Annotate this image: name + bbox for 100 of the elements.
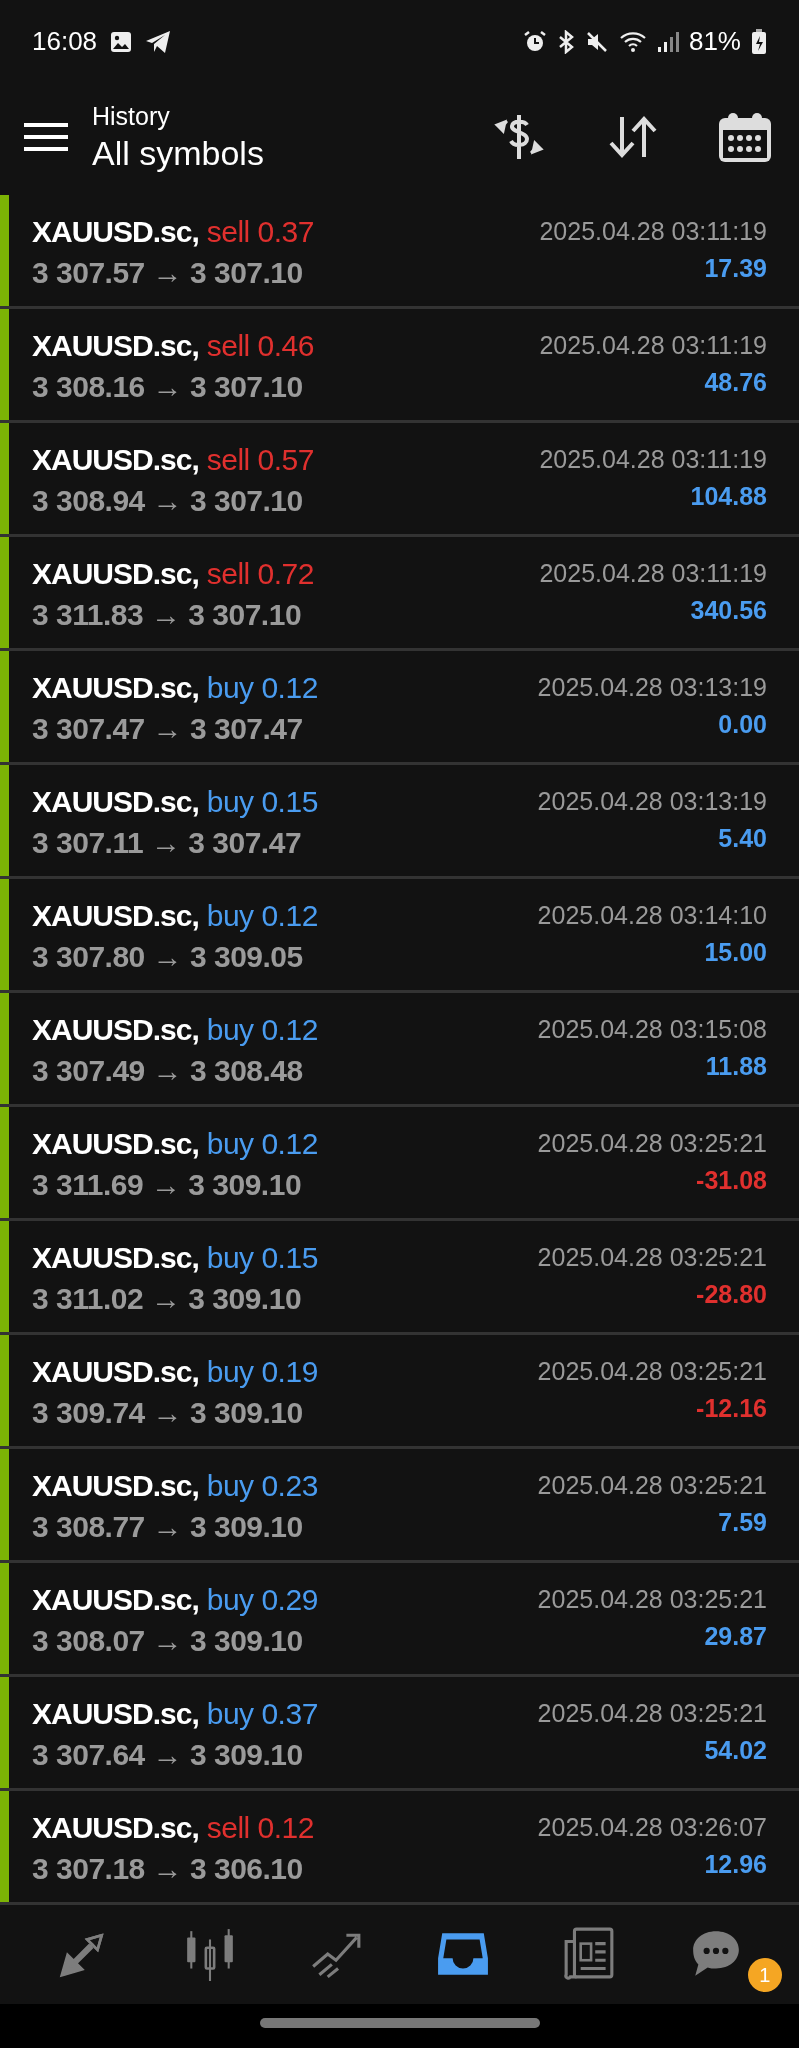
deal-prices: 3 307.11 → 3 307.47 xyxy=(32,824,303,861)
deal-volume: buy 0.37 xyxy=(206,1695,318,1732)
deal-profit: 12.96 xyxy=(704,1849,767,1881)
deal-volume: buy 0.12 xyxy=(206,1125,318,1162)
deal-profit: 54.02 xyxy=(704,1735,767,1767)
deal-volume: sell 0.12 xyxy=(206,1809,314,1846)
deal-profit: 15.00 xyxy=(704,937,767,969)
symbol: XAUUSD.sc, xyxy=(32,1239,199,1276)
wifi-icon xyxy=(618,29,647,54)
deal-time: 2025.04.28 03:11:19 xyxy=(539,444,767,476)
deal-row[interactable]: XAUUSD.sc, sell 0.46 3 308.16 → 3 307.10 2025.04.28 03:11:19 48.76 xyxy=(0,308,799,423)
deal-time: 2025.04.28 03:11:19 xyxy=(539,216,767,248)
deal-row[interactable]: XAUUSD.sc, buy 0.23 3 308.77 → 3 309.10 2025.04.28 03:25:21 7.59 xyxy=(0,1448,799,1563)
image-icon xyxy=(109,29,134,54)
deal-row[interactable]: XAUUSD.sc, sell 0.37 3 307.57 → 3 307.10 2025.04.28 03:11:19 17.39 xyxy=(0,194,799,309)
symbol: XAUUSD.sc, xyxy=(32,441,199,478)
deal-row[interactable]: XAUUSD.sc, buy 0.29 3 308.07 → 3 309.10 2025.04.28 03:25:21 29.87 xyxy=(0,1562,799,1677)
deal-row[interactable]: XAUUSD.sc, buy 0.15 3 311.02 → 3 309.10 2025.04.28 03:25:21 -28.80 xyxy=(0,1220,799,1335)
deal-profit: -12.16 xyxy=(696,1393,767,1425)
deal-volume: buy 0.19 xyxy=(206,1353,318,1390)
deal-prices: 3 311.02 → 3 309.10 xyxy=(32,1280,303,1317)
deal-profit: 48.76 xyxy=(704,367,767,399)
deal-time: 2025.04.28 03:25:21 xyxy=(537,1128,767,1160)
deal-profit: 11.88 xyxy=(705,1051,767,1083)
deal-profit: 17.39 xyxy=(704,253,767,285)
deal-prices: 3 311.83 → 3 307.10 xyxy=(32,596,303,633)
deal-row[interactable]: XAUUSD.sc, buy 0.12 3 307.49 → 3 308.48 2025.04.28 03:15:08 11.88 xyxy=(0,992,799,1107)
deal-time: 2025.04.28 03:25:21 xyxy=(537,1242,767,1274)
deal-profit: 340.56 xyxy=(690,595,767,627)
deal-profit: 0.00 xyxy=(718,709,767,741)
deal-time: 2025.04.28 03:13:19 xyxy=(537,672,767,704)
deal-prices: 3 311.69 → 3 309.10 xyxy=(32,1166,303,1203)
symbol: XAUUSD.sc, xyxy=(32,1695,199,1732)
deal-prices: 3 308.07 → 3 309.10 xyxy=(32,1622,304,1659)
home-indicator[interactable] xyxy=(259,2017,540,2028)
deal-prices: 3 307.18 → 3 306.10 xyxy=(32,1850,304,1887)
symbol: XAUUSD.sc, xyxy=(32,1581,199,1618)
deal-time: 2025.04.28 03:11:19 xyxy=(539,330,767,362)
symbol: XAUUSD.sc, xyxy=(32,327,199,364)
symbol: XAUUSD.sc, xyxy=(32,783,199,820)
symbol: XAUUSD.sc, xyxy=(32,213,199,250)
deal-row[interactable]: XAUUSD.sc, buy 0.37 3 307.64 → 3 309.10 2025.04.28 03:25:21 54.02 xyxy=(0,1676,799,1791)
deal-row[interactable]: XAUUSD.sc, buy 0.12 3 307.80 → 3 309.05 2025.04.28 03:14:10 15.00 xyxy=(0,878,799,993)
battery-percent: 81% xyxy=(688,25,741,59)
notification-badge: 1 xyxy=(747,1958,782,1993)
deal-profit: -31.08 xyxy=(696,1165,767,1197)
deal-volume: buy 0.29 xyxy=(206,1581,318,1618)
symbol: XAUUSD.sc, xyxy=(32,1809,199,1846)
deal-prices: 3 307.80 → 3 309.05 xyxy=(32,938,304,975)
deal-prices: 3 307.64 → 3 309.10 xyxy=(32,1736,304,1773)
deal-profit: 5.40 xyxy=(718,823,767,855)
deal-row[interactable]: XAUUSD.sc, buy 0.12 3 311.69 → 3 309.10 2025.04.28 03:25:21 -31.08 xyxy=(0,1106,799,1221)
status-time: 16:08 xyxy=(32,25,98,59)
menu-icon[interactable] xyxy=(24,120,68,153)
deal-prices: 3 308.77 → 3 309.10 xyxy=(32,1508,304,1545)
deal-row[interactable]: XAUUSD.sc, buy 0.15 3 307.11 → 3 307.47 2025.04.28 03:13:19 5.40 xyxy=(0,764,799,879)
header-subtitle: All symbols xyxy=(92,132,265,174)
deal-volume: sell 0.57 xyxy=(206,441,314,478)
symbol: XAUUSD.sc, xyxy=(32,555,199,592)
deal-volume: buy 0.12 xyxy=(206,669,318,706)
deal-time: 2025.04.28 03:25:21 xyxy=(537,1584,767,1616)
symbol: XAUUSD.sc, xyxy=(32,897,199,934)
deal-row[interactable]: XAUUSD.sc, sell 0.72 3 311.83 → 3 307.10 2025.04.28 03:11:19 340.56 xyxy=(0,536,799,651)
deal-prices: 3 307.49 → 3 308.48 xyxy=(32,1052,304,1089)
symbol: XAUUSD.sc, xyxy=(32,1353,199,1390)
deal-profit: 29.87 xyxy=(704,1621,767,1653)
deal-time: 2025.04.28 03:13:19 xyxy=(537,786,767,818)
deal-time: 2025.04.28 03:11:19 xyxy=(539,558,767,590)
deal-volume: sell 0.37 xyxy=(206,213,314,250)
signal-icon xyxy=(656,29,679,54)
deal-time: 2025.04.28 03:25:21 xyxy=(537,1356,767,1388)
deal-volume: buy 0.12 xyxy=(206,1011,318,1048)
deal-volume: buy 0.23 xyxy=(206,1467,318,1504)
header-title: History xyxy=(92,100,171,132)
deal-prices: 3 309.74 → 3 309.10 xyxy=(32,1394,304,1431)
symbol: XAUUSD.sc, xyxy=(32,1125,199,1162)
deal-time: 2025.04.28 03:14:10 xyxy=(537,900,767,932)
battery-icon xyxy=(751,28,767,55)
deal-volume: buy 0.15 xyxy=(206,1239,318,1276)
deal-time: 2025.04.28 03:15:08 xyxy=(537,1014,767,1046)
deal-prices: 3 307.57 → 3 307.10 xyxy=(32,254,304,291)
deal-profit: -28.80 xyxy=(696,1279,767,1311)
deal-row[interactable]: XAUUSD.sc, buy 0.12 3 307.47 → 3 307.47 2025.04.28 03:13:19 0.00 xyxy=(0,650,799,765)
symbol: XAUUSD.sc, xyxy=(32,669,199,706)
deal-time: 2025.04.28 03:25:21 xyxy=(537,1470,767,1502)
deal-row[interactable]: XAUUSD.sc, sell 0.57 3 308.94 → 3 307.10 2025.04.28 03:11:19 104.88 xyxy=(0,422,799,537)
alarm-icon xyxy=(522,29,547,54)
symbol: XAUUSD.sc, xyxy=(32,1467,199,1504)
deal-row[interactable]: XAUUSD.sc, buy 0.19 3 309.74 → 3 309.10 2025.04.28 03:25:21 -12.16 xyxy=(0,1334,799,1449)
deal-time: 2025.04.28 03:25:21 xyxy=(537,1698,767,1730)
symbol: XAUUSD.sc, xyxy=(32,1011,199,1048)
deal-prices: 3 308.94 → 3 307.10 xyxy=(32,482,304,519)
deal-time: 2025.04.28 03:26:07 xyxy=(537,1812,767,1844)
deal-volume: sell 0.46 xyxy=(206,327,314,364)
deal-prices: 3 308.16 → 3 307.10 xyxy=(32,368,304,405)
deal-volume: buy 0.12 xyxy=(206,897,318,934)
paper-plane-icon xyxy=(145,29,172,54)
muted-icon xyxy=(584,29,609,54)
deal-volume: buy 0.15 xyxy=(206,783,318,820)
deal-prices: 3 307.47 → 3 307.47 xyxy=(32,710,304,747)
